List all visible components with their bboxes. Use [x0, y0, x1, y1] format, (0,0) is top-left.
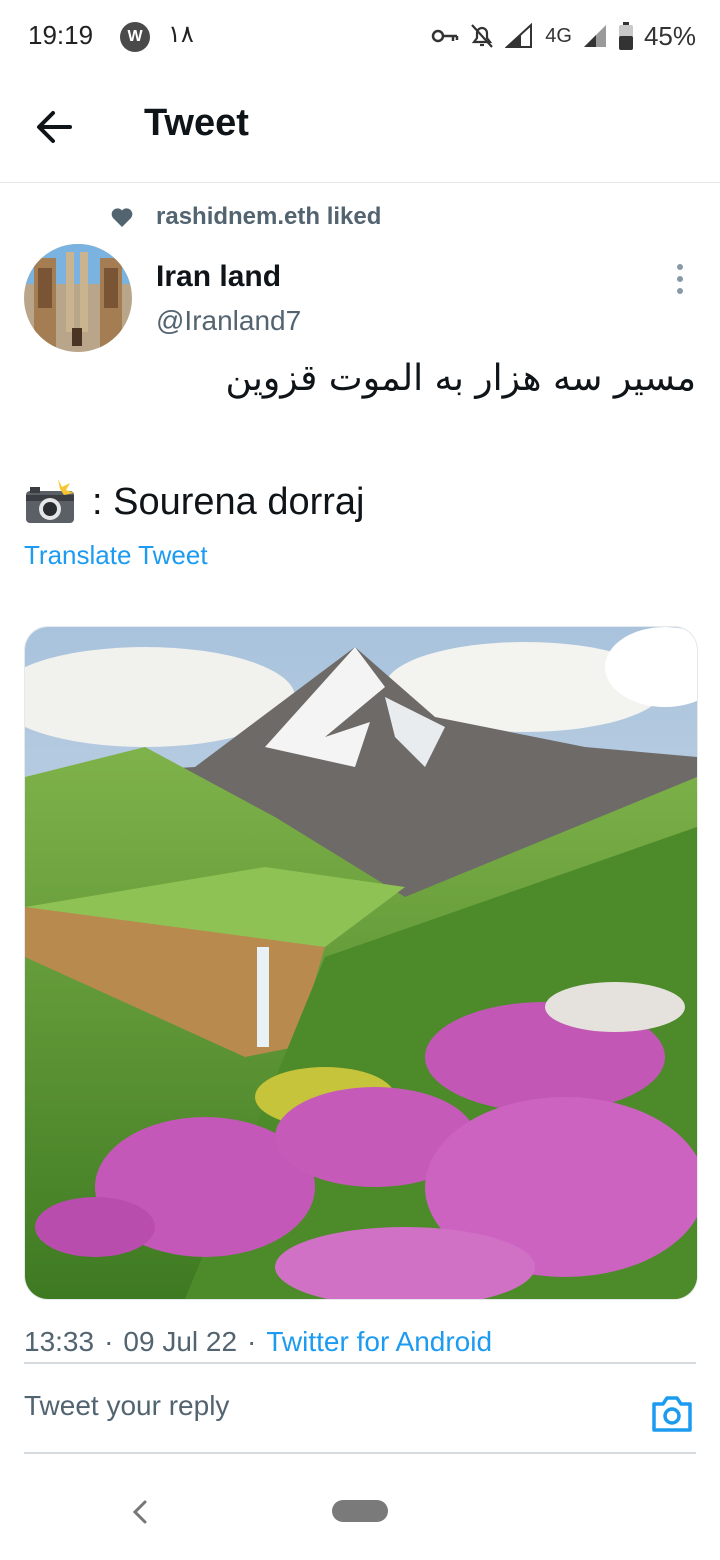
heart-icon: [111, 208, 133, 227]
avatar-image: [24, 244, 132, 352]
more-options-button[interactable]: [668, 262, 692, 296]
meta-separator: ·: [104, 1326, 114, 1357]
chevron-left-icon: [132, 1500, 147, 1524]
tweet-credit-text: : Sourena dorraj: [92, 480, 365, 523]
tweet-source-link[interactable]: Twitter for Android: [266, 1326, 492, 1358]
divider: [24, 1452, 696, 1454]
translate-tweet-link[interactable]: Translate Tweet: [24, 540, 208, 571]
arrow-left-icon: [37, 111, 72, 143]
tweet-photo[interactable]: [24, 626, 698, 1300]
more-vertical-icon: [677, 264, 683, 294]
page-title: Tweet: [144, 102, 249, 144]
author-handle[interactable]: @Iranland7: [156, 305, 301, 337]
system-home-button[interactable]: [332, 1500, 388, 1522]
tweet-meta: 13:33 · 09 Jul 22 · Twitter for Android: [24, 1322, 492, 1362]
system-back-button[interactable]: [128, 1496, 152, 1528]
app-header: Tweet: [0, 72, 720, 183]
tweet-time: 13:33: [24, 1326, 95, 1357]
status-time: 19:19: [28, 20, 94, 50]
meta-separator: ·: [247, 1326, 257, 1357]
notification-count: ۱۸: [168, 21, 194, 48]
divider: [24, 1362, 696, 1364]
tweet-text: مسیر سه هزار به الموت قزوین: [225, 358, 696, 399]
app-notification-icon: W: [120, 22, 150, 52]
status-indicators: 4G 45%: [431, 18, 696, 54]
mute-notifications-icon: [471, 24, 494, 48]
landscape-image: [25, 627, 697, 1299]
signal-icon: [505, 23, 533, 48]
reply-camera-button[interactable]: [650, 1392, 694, 1436]
avatar[interactable]: [24, 244, 132, 352]
camera-flash-icon: [26, 479, 74, 523]
signal-strength-icon: [583, 25, 606, 47]
back-button[interactable]: [32, 106, 80, 148]
camera-icon: [652, 1396, 692, 1432]
network-type: 4G: [545, 24, 572, 47]
vpn-key-icon: [432, 29, 459, 43]
social-context[interactable]: rashidnem.eth liked: [110, 200, 381, 234]
social-context-text: rashidnem.eth liked: [156, 203, 382, 230]
reply-input[interactable]: Tweet your reply: [24, 1390, 229, 1422]
tweet-credit: : Sourena dorraj: [24, 474, 365, 530]
battery-percent: 45%: [643, 20, 696, 51]
tweet-date: 09 Jul 22: [123, 1326, 238, 1357]
battery-icon: [618, 22, 633, 50]
status-bar: 19:19 W ۱۸ 4G 45%: [0, 0, 720, 72]
author-name[interactable]: Iran land: [156, 260, 281, 294]
